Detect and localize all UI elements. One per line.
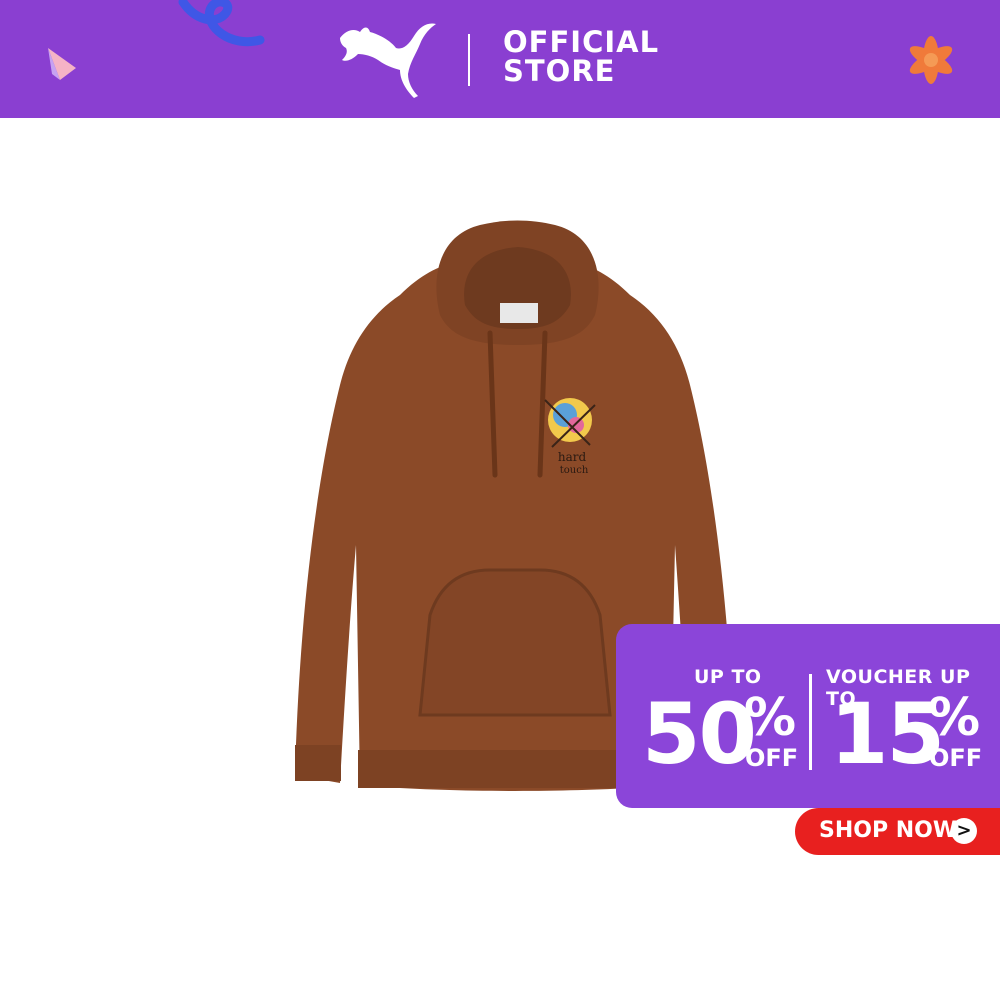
puma-logo-icon — [340, 23, 436, 98]
svg-text:touch: touch — [560, 465, 589, 476]
top-banner: OFFICIAL STORE — [0, 0, 1000, 118]
svg-text:hard: hard — [558, 450, 587, 464]
store-line-1: OFFICIAL — [503, 25, 660, 59]
promo-right-off: OFF — [929, 744, 983, 772]
promo-right-value: 15 — [830, 685, 945, 783]
promo-left-percent: % — [744, 688, 797, 748]
promo-left-value: 50 — [642, 685, 757, 783]
promo-left-off: OFF — [745, 744, 799, 772]
banner-divider — [468, 34, 470, 86]
store-line-2: STORE — [503, 54, 616, 88]
shop-now-button[interactable]: SHOP NOW > — [795, 808, 1000, 855]
prism-decoration — [48, 48, 76, 80]
shop-now-label: SHOP NOW — [819, 818, 958, 843]
official-store-label: OFFICIAL STORE — [503, 28, 659, 86]
arrow-right-icon: > — [951, 818, 977, 844]
promo-divider — [809, 674, 812, 770]
ribbon-decoration — [178, 0, 265, 47]
star-decoration — [909, 36, 953, 84]
promo-right-percent: % — [928, 688, 981, 748]
promo-badge: UP TO 50 % OFF VOUCHER UP TO 15 % OFF — [616, 624, 1000, 808]
